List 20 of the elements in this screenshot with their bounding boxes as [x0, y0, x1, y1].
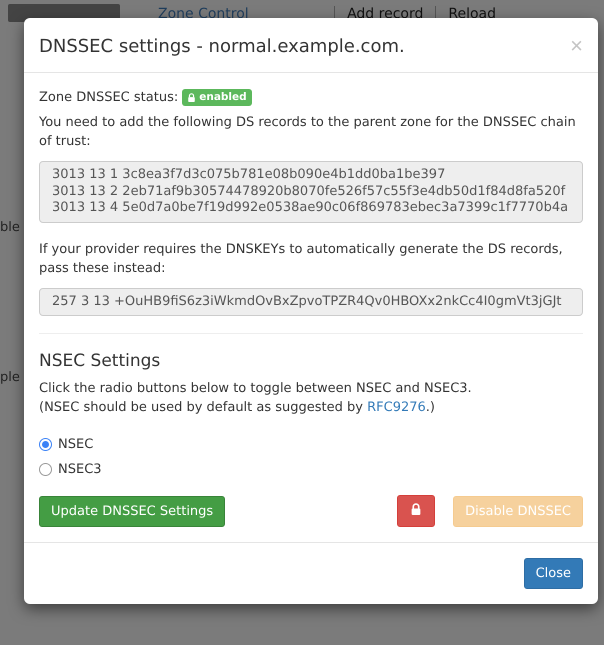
background-text: ble: [0, 220, 20, 235]
lock-button[interactable]: [397, 495, 436, 527]
close-dialog-button[interactable]: Close: [524, 558, 583, 589]
dnskey-field[interactable]: 257 3 13 +OuHB9fiS6z3iWkmdOvBxZpvoTPZR4Qv0HBOXx2nkCc4I0gmVt3jGJt: [39, 288, 583, 316]
help-text: (NSEC should be used by default as suggested by RFC9276.): [39, 399, 436, 417]
ds-intro-text: You need to add the following DS records to the parent zone for the DNSSEC chain of trust:: [39, 114, 577, 151]
background-text: ple: [0, 370, 20, 385]
modal-title: DNSSEC settings - normal.example.com.: [39, 36, 406, 56]
lock-icon: [410, 503, 422, 515]
status-label: Zone DNSSEC status:: [39, 89, 178, 107]
update-button[interactable]: Update DNSSEC Settings: [39, 496, 226, 526]
dnskey-intro-text: If your provider requires the DNSKEYs to automatically generate the DS records, pass these instead:: [39, 240, 564, 278]
status-badge: enabled: [182, 89, 252, 106]
rfc-link[interactable]: RFC9276: [367, 400, 426, 415]
ds-records-field[interactable]: 3013 13 1 3c8ea3f7d3c075b781e08b090e4b1dd0ba1be397 3013 13 2 2eb71af9b30574478920b8070fe526f57c55f3e4db50d1f84d8fa520f 3013 13 4 5e0d7a0be7f19d992e0538ae90c06f869783ebec3a7399c1f7770b4a: [39, 161, 583, 222]
radio-option[interactable]: NSEC3: [39, 460, 583, 479]
help-text: Click the radio buttons below to toggle between NSEC and NSEC3.: [39, 380, 473, 398]
section-heading: NSEC Settings: [39, 352, 162, 371]
radio-option[interactable]: NSEC: [39, 435, 583, 454]
nav-link[interactable]: Zone Control: [158, 6, 249, 22]
